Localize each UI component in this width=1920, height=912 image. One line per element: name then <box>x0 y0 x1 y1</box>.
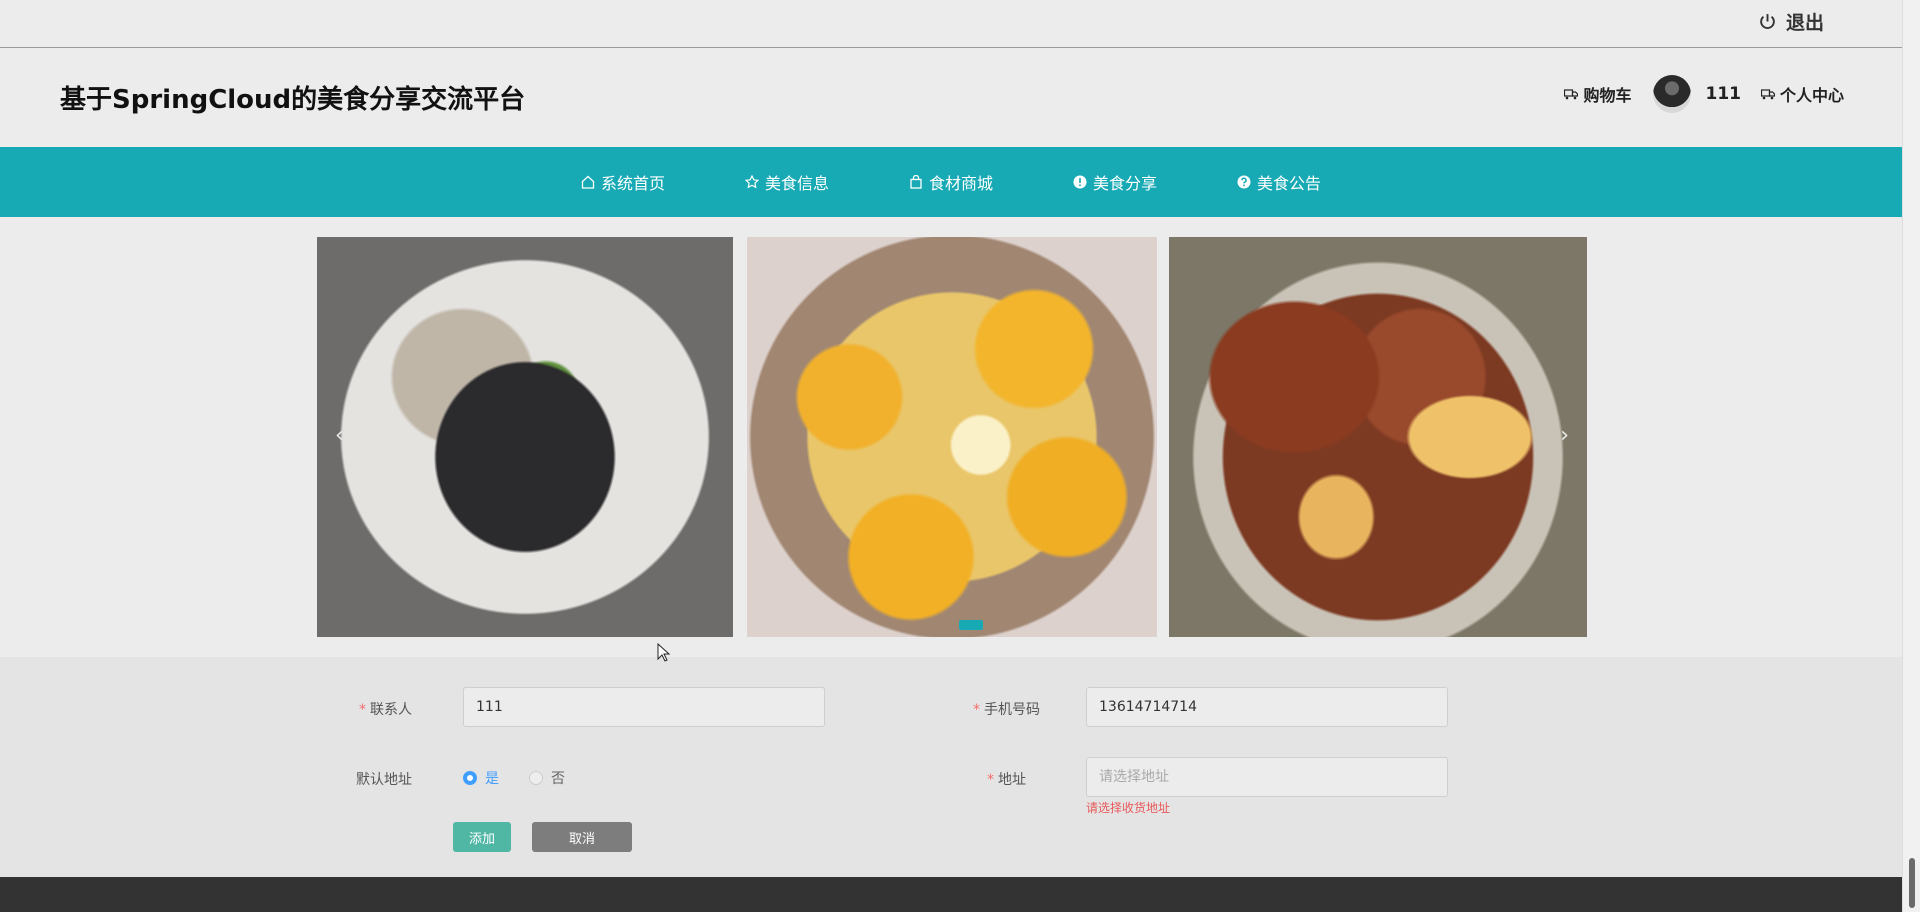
footer <box>0 877 1902 912</box>
radio-yes[interactable]: 是 <box>463 768 499 788</box>
top-bar: 退出 <box>0 0 1902 48</box>
header: 基于SpringCloud的美食分享交流平台 购物车 111 个人中心 <box>0 49 1902 147</box>
phone-input[interactable]: 13614714714 <box>1086 687 1448 727</box>
logout-button[interactable]: 退出 <box>1759 8 1824 35</box>
cart-link[interactable]: 购物车 <box>1564 82 1631 106</box>
carousel-image-seafood-platter <box>1169 237 1587 637</box>
truck-icon <box>1564 89 1579 100</box>
contact-label: * 联系人 <box>359 702 412 718</box>
carousel-image-fish-fungus <box>317 237 733 637</box>
radio-dot <box>529 771 543 785</box>
carousel-prev-arrow[interactable]: ‹ <box>335 423 344 448</box>
avatar[interactable] <box>1653 75 1692 113</box>
nav-item-food-share[interactable]: 美食分享 <box>1073 170 1157 194</box>
phone-label: * 手机号码 <box>973 702 1040 718</box>
image-carousel[interactable]: ‹ › <box>317 237 1587 637</box>
address-label: * 地址 <box>987 772 1026 788</box>
radio-no[interactable]: 否 <box>529 768 565 788</box>
nav-item-home[interactable]: 系统首页 <box>581 170 665 194</box>
home-icon <box>581 175 595 189</box>
carousel-image-sea-urchin <box>747 237 1157 637</box>
address-form: * 联系人 111 * 手机号码 13614714714 默认地址 是 否 * 地址 … <box>0 657 1902 877</box>
nav-label: 美食公告 <box>1257 174 1322 193</box>
nav-item-food-info[interactable]: 美食信息 <box>744 170 829 194</box>
site-title: 基于SpringCloud的美食分享交流平台 <box>60 85 526 115</box>
cart-label: 购物车 <box>1583 86 1632 105</box>
truck-icon <box>1760 89 1775 100</box>
logout-label: 退出 <box>1785 12 1824 34</box>
banner: ‹ › <box>0 217 1902 657</box>
mouse-cursor-icon <box>657 642 671 668</box>
default-address-radio-group: 是 否 <box>463 768 595 788</box>
nav-label: 美食分享 <box>1093 174 1158 193</box>
power-icon <box>1760 14 1775 29</box>
question-circle-icon <box>1237 175 1251 189</box>
contact-input[interactable]: 111 <box>463 687 825 727</box>
scrollbar-thumb[interactable] <box>1909 858 1915 908</box>
cancel-button[interactable]: 取消 <box>532 822 632 852</box>
nav-label: 食材商城 <box>928 174 993 193</box>
address-select[interactable]: 请选择地址 <box>1086 757 1448 797</box>
address-error-text: 请选择收货地址 <box>1086 801 1171 815</box>
carousel-indicator[interactable] <box>959 620 983 630</box>
header-actions: 购物车 111 个人中心 <box>1564 73 1844 115</box>
nav-label: 系统首页 <box>600 174 665 193</box>
username: 111 <box>1705 84 1741 104</box>
profile-label: 个人中心 <box>1779 86 1844 105</box>
bag-icon <box>910 175 922 189</box>
main-nav: 系统首页 美食信息 食材商城 美食分享 美食公告 <box>0 147 1902 217</box>
add-button[interactable]: 添加 <box>453 822 511 852</box>
nav-item-food-notice[interactable]: 美食公告 <box>1237 170 1321 194</box>
carousel-next-arrow[interactable]: › <box>1560 423 1569 448</box>
star-icon <box>744 175 759 189</box>
page-scrollbar[interactable] <box>1902 0 1920 912</box>
nav-item-ingredient-mall[interactable]: 食材商城 <box>909 170 993 194</box>
radio-dot <box>463 771 477 785</box>
nav-label: 美食信息 <box>764 174 829 193</box>
default-address-label: 默认地址 <box>356 772 412 788</box>
info-circle-icon <box>1073 175 1087 189</box>
profile-link[interactable]: 个人中心 <box>1760 82 1844 106</box>
